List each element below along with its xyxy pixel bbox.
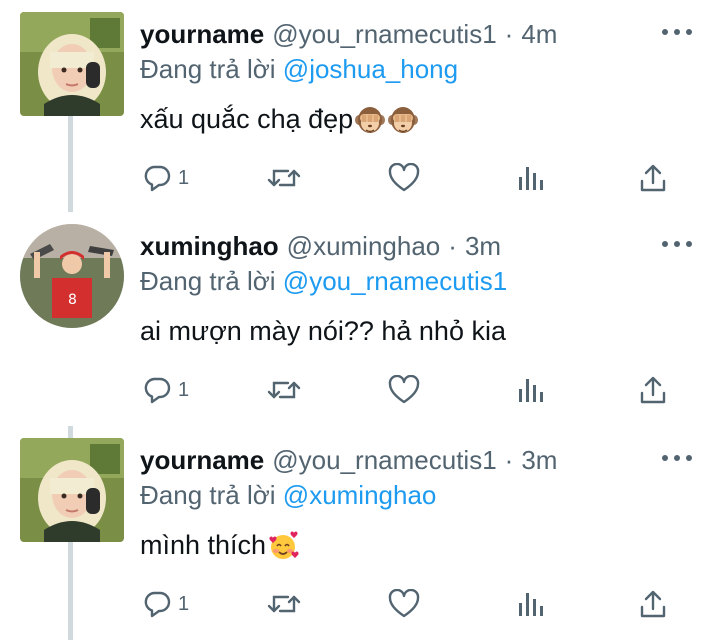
separator: · [448,230,457,261]
heart-icon [388,589,420,619]
tweet-text: xấu quắc chạ đẹp [140,104,419,135]
replying-to: Đang trả lời @you_rnamecutis1 [140,266,507,297]
stats-button[interactable] [516,158,544,198]
avatar[interactable] [20,224,124,328]
more-icon[interactable] [662,448,692,468]
like-button[interactable] [388,584,420,624]
tweet-header: yourname @you_rnamecutis1 · 4m [140,18,557,50]
retweet-button[interactable] [266,158,302,198]
display-name[interactable]: yourname [140,445,264,476]
see-no-evil-monkey-emoji [387,105,419,135]
tweet-text: ai mượn mày nói?? hả nhỏ kia [140,316,506,347]
share-button[interactable] [638,370,668,410]
heart-icon [388,163,420,193]
separator: · [504,18,514,49]
tweet-header: xuminghao @xuminghao · 3m [140,230,501,262]
reply-prefix: Đang trả lời [140,54,276,84]
retweet-button[interactable] [266,370,302,410]
reply-mention-link[interactable]: @you_rnamecutis1 [283,266,507,296]
see-no-evil-monkey-emoji [354,105,386,135]
share-button[interactable] [638,158,668,198]
action-bar: 1 [0,584,720,624]
timestamp[interactable]: 3m [521,445,557,476]
reply-button[interactable]: 1 [142,584,189,624]
retweet-button[interactable] [266,584,302,624]
share-button[interactable] [638,584,668,624]
tweet-text-content: mình thích [140,530,267,560]
stats-button[interactable] [516,584,544,624]
reply-prefix: Đang trả lời [140,266,276,296]
like-button[interactable] [388,370,420,410]
tweet-header: yourname @you_rnamecutis1 · 3m [140,444,557,476]
reply-mention-link[interactable]: @joshua_hong [283,54,458,84]
stats-button[interactable] [516,370,544,410]
reply-mention-link[interactable]: @xuminghao [283,480,437,510]
reply-count: 1 [178,592,190,615]
share-icon [638,589,668,619]
retweet-icon [266,163,302,193]
tweet[interactable]: yourname @you_rnamecutis1 · 4m Đang trả … [0,0,720,212]
retweet-icon [266,589,302,619]
share-icon [638,163,668,193]
reply-icon [142,589,172,619]
tweet-text-content: xấu quắc chạ đẹp [140,104,354,134]
smiling-face-with-hearts-emoji [267,531,299,561]
action-bar: 1 [0,158,720,198]
heart-icon [388,375,420,405]
replying-to: Đang trả lời @joshua_hong [140,54,458,85]
reply-icon [142,163,172,193]
replying-to: Đang trả lời @xuminghao [140,480,436,511]
reply-button[interactable]: 1 [142,158,189,198]
display-name[interactable]: yourname [140,19,264,50]
retweet-icon [266,375,302,405]
reply-button[interactable]: 1 [142,370,189,410]
tweet[interactable]: yourname @you_rnamecutis1 · 3m Đang trả … [0,426,720,640]
action-bar: 1 [0,370,720,410]
more-icon[interactable] [662,22,692,42]
more-icon[interactable] [662,234,692,254]
stats-icon [516,163,544,193]
avatar[interactable] [20,12,124,116]
reply-icon [142,375,172,405]
share-icon [638,375,668,405]
reply-count: 1 [178,166,190,189]
tweet[interactable]: xuminghao @xuminghao · 3m Đang trả lời @… [0,212,720,426]
separator: · [504,444,514,475]
user-handle[interactable]: @xuminghao [287,231,441,262]
tweet-text-content: ai mượn mày nói?? hả nhỏ kia [140,316,506,346]
display-name[interactable]: xuminghao [140,231,279,262]
stats-icon [516,375,544,405]
reply-prefix: Đang trả lời [140,480,276,510]
timestamp[interactable]: 4m [521,19,557,50]
timestamp[interactable]: 3m [465,231,501,262]
user-handle[interactable]: @you_rnamecutis1 [272,19,496,50]
stats-icon [516,589,544,619]
reply-count: 1 [178,378,190,401]
like-button[interactable] [388,158,420,198]
user-handle[interactable]: @you_rnamecutis1 [272,445,496,476]
tweet-text: mình thích [140,530,299,561]
avatar[interactable] [20,438,124,542]
